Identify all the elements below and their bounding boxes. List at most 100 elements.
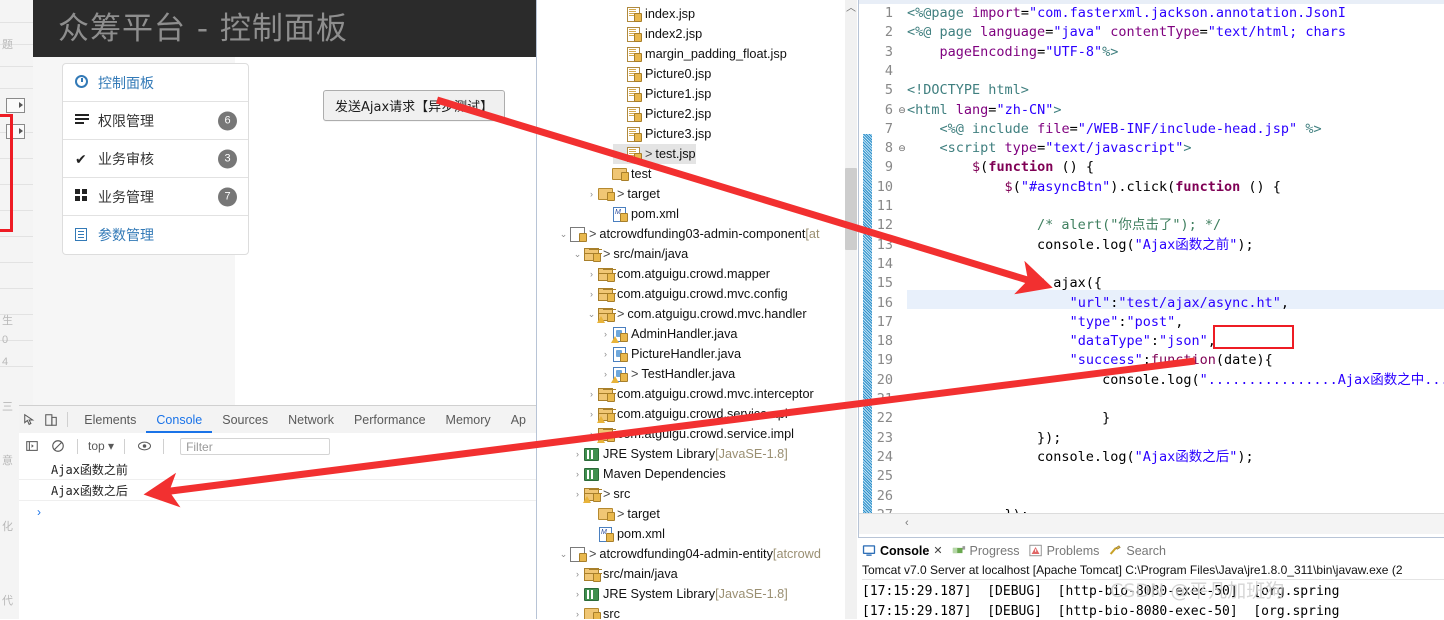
sidebar-item-params[interactable]: 参数管理 bbox=[63, 216, 248, 254]
chevron-right-icon[interactable]: › bbox=[585, 289, 598, 299]
explorer-scrollbar-thumb[interactable] bbox=[845, 168, 857, 250]
explorer-scrollbar-track[interactable] bbox=[845, 0, 857, 619]
editor-horizontal-scrollbar[interactable]: ‹ bbox=[859, 513, 1444, 534]
chevron-right-icon[interactable]: › bbox=[599, 349, 612, 359]
fold-toggle-icon[interactable]: ⊖ bbox=[897, 139, 907, 158]
code-line[interactable]: 1 <%@page import="com.fasterxml.jackson.a… bbox=[859, 4, 1444, 23]
tree-row[interactable]: Picture0.jsp bbox=[613, 64, 711, 84]
tree-row[interactable]: ⌄ > com.atguigu.crowd.mvc.handler bbox=[585, 304, 807, 324]
tree-row[interactable]: › JRE System Library [JavaSE-1.8] bbox=[571, 584, 788, 604]
code-line[interactable]: 26 bbox=[859, 487, 1444, 506]
tree-row[interactable]: Picture3.jsp bbox=[613, 124, 711, 144]
code-line[interactable]: 22 } bbox=[859, 409, 1444, 428]
code-line[interactable]: 18 "dataType":"json", bbox=[859, 332, 1444, 351]
chevron-right-icon[interactable]: › bbox=[571, 609, 584, 619]
code-line[interactable]: 8 ⊖ <script type="text/javascript"> bbox=[859, 139, 1444, 158]
code-line[interactable]: 21 bbox=[859, 390, 1444, 409]
tree-row[interactable]: index2.jsp bbox=[613, 24, 702, 44]
clear-console-icon[interactable] bbox=[45, 434, 71, 459]
chevron-right-icon[interactable]: › bbox=[585, 389, 598, 399]
code-line[interactable]: 19 "success":function(date){ bbox=[859, 351, 1444, 370]
tree-row[interactable]: Picture2.jsp bbox=[613, 104, 711, 124]
tree-row[interactable]: › com.atguigu.crowd.mvc.interceptor bbox=[585, 384, 814, 404]
tree-row[interactable]: › com.atguigu.crowd.service.api bbox=[585, 404, 788, 424]
live-expression-eye-icon[interactable] bbox=[131, 434, 157, 459]
tree-row[interactable]: pom.xml bbox=[585, 524, 665, 544]
fold-toggle-icon[interactable]: ⊖ bbox=[897, 101, 907, 120]
tab-console[interactable]: Console bbox=[146, 407, 213, 433]
sidebar-item-business[interactable]: 业务管理 7 bbox=[63, 178, 248, 216]
tree-row[interactable]: ⌄ > src/main/java bbox=[571, 244, 688, 264]
tab-network[interactable]: Network bbox=[278, 407, 344, 433]
tree-row[interactable]: ⌄ > atcrowdfunding03-admin-component [at bbox=[557, 224, 819, 244]
close-icon[interactable]: ✕ bbox=[933, 544, 942, 557]
code-line[interactable]: 9 $(function () { bbox=[859, 158, 1444, 177]
code-line[interactable]: 14 bbox=[859, 255, 1444, 274]
code-line[interactable]: 3 pageEncoding="UTF-8"%> bbox=[859, 43, 1444, 62]
tab-application[interactable]: Ap bbox=[501, 407, 536, 433]
code-line[interactable]: 12 /* alert("你点击了"); */ bbox=[859, 216, 1444, 235]
tree-row[interactable]: › Maven Dependencies bbox=[571, 464, 726, 484]
code-line[interactable]: 4 bbox=[859, 62, 1444, 81]
tab-sources[interactable]: Sources bbox=[212, 407, 278, 433]
tab-memory[interactable]: Memory bbox=[436, 407, 501, 433]
console-prompt[interactable]: › bbox=[19, 501, 536, 522]
tree-row[interactable]: › com.atguigu.crowd.service.impl bbox=[585, 424, 794, 444]
code-line[interactable]: 16 "url":"test/ajax/async.ht", bbox=[859, 294, 1444, 313]
tree-row[interactable]: › > src bbox=[571, 484, 630, 504]
tree-row[interactable]: index.jsp bbox=[613, 4, 695, 24]
code-line[interactable]: 5 <!DOCTYPE html> bbox=[859, 81, 1444, 100]
tree-row[interactable]: pom.xml bbox=[599, 204, 679, 224]
tree-row[interactable]: › AdminHandler.java bbox=[599, 324, 738, 344]
tree-row[interactable]: › JRE System Library [JavaSE-1.8] bbox=[571, 444, 788, 464]
tree-row[interactable]: > test.jsp bbox=[613, 144, 696, 164]
tree-row[interactable]: › > target bbox=[585, 184, 660, 204]
tree-row[interactable]: › > TestHandler.java bbox=[599, 364, 735, 384]
inspect-element-icon[interactable] bbox=[19, 407, 40, 433]
tree-row[interactable]: margin_padding_float.jsp bbox=[613, 44, 787, 64]
tree-row[interactable]: › PictureHandler.java bbox=[599, 344, 741, 364]
tree-row[interactable]: › src/main/java bbox=[571, 564, 678, 584]
chevron-right-icon[interactable]: › bbox=[571, 569, 584, 579]
tab-search[interactable]: Search bbox=[1108, 544, 1166, 558]
console-filter-input[interactable]: Filter bbox=[180, 437, 331, 455]
tab-elements[interactable]: Elements bbox=[74, 407, 146, 433]
code-line[interactable]: 7 <%@ include file="/WEB-INF/include-hea… bbox=[859, 120, 1444, 139]
sidebar-item-permission[interactable]: 权限管理 6 bbox=[63, 102, 248, 140]
scroll-left-icon[interactable]: ‹ bbox=[905, 517, 909, 529]
tree-row[interactable]: ⌄ > atcrowdfunding04-admin-entity [atcrowd bbox=[557, 544, 821, 564]
code-line[interactable]: 23 }); bbox=[859, 429, 1444, 448]
code-line[interactable]: 13 console.log("Ajax函数之前"); bbox=[859, 236, 1444, 255]
chevron-right-icon[interactable]: › bbox=[571, 589, 584, 599]
scroll-up-icon[interactable]: ︿ bbox=[845, 2, 857, 16]
chevron-down-icon[interactable]: ⌄ bbox=[557, 549, 570, 560]
tab-problems[interactable]: Problems bbox=[1029, 544, 1099, 558]
chevron-right-icon[interactable]: › bbox=[571, 449, 584, 459]
sidebar-item-audit[interactable]: ✔ 业务审核 3 bbox=[63, 140, 248, 178]
tree-row[interactable]: › com.atguigu.crowd.mvc.config bbox=[585, 284, 788, 304]
console-sidebar-icon[interactable] bbox=[19, 434, 45, 459]
code-line[interactable]: 2 <%@ page language="java" contentType="t… bbox=[859, 23, 1444, 42]
chevron-down-icon[interactable]: ⌄ bbox=[557, 229, 570, 240]
chevron-down-icon[interactable]: ⌄ bbox=[571, 249, 584, 260]
code-line[interactable]: 10 $("#asyncBtn").click(function () { bbox=[859, 178, 1444, 197]
tab-performance[interactable]: Performance bbox=[344, 407, 436, 433]
chevron-right-icon[interactable]: › bbox=[585, 269, 598, 279]
code-line[interactable]: 25 bbox=[859, 467, 1444, 486]
tab-progress[interactable]: Progress bbox=[952, 544, 1020, 558]
chevron-right-icon[interactable]: › bbox=[571, 469, 584, 479]
device-toolbar-icon[interactable] bbox=[40, 407, 61, 433]
tree-row[interactable]: › src bbox=[571, 604, 620, 619]
code-line[interactable]: 11 bbox=[859, 197, 1444, 216]
tree-row[interactable]: › com.atguigu.crowd.mapper bbox=[585, 264, 770, 284]
code-line[interactable]: 20 console.log("................Ajax函数之中… bbox=[859, 371, 1444, 390]
chevron-right-icon[interactable]: › bbox=[585, 189, 598, 199]
tree-row[interactable]: Picture1.jsp bbox=[613, 84, 711, 104]
tree-row[interactable]: test bbox=[599, 164, 651, 184]
context-selector[interactable]: top ▾ bbox=[84, 439, 118, 453]
sidebar-item-dashboard[interactable]: 控制面板 bbox=[63, 64, 248, 102]
code-line[interactable]: 17 "type":"post", bbox=[859, 313, 1444, 332]
send-ajax-request-button[interactable]: 发送Ajax请求【异步测试】 bbox=[323, 90, 506, 121]
tree-row[interactable]: > target bbox=[585, 504, 660, 524]
code-line[interactable]: 15 $.ajax({ bbox=[859, 274, 1444, 293]
